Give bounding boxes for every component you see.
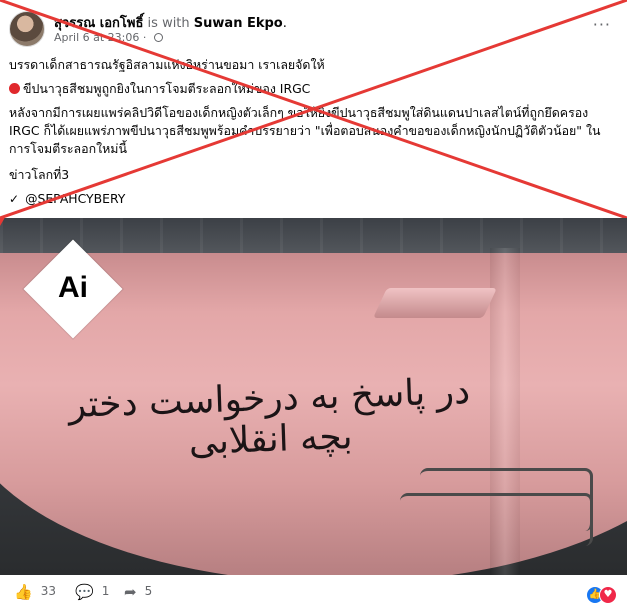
comment-count: 1 <box>101 584 110 598</box>
with-label: is with <box>147 16 190 31</box>
globe-icon[interactable] <box>153 33 163 42</box>
checkmark-icon: ✓ <box>9 192 20 206</box>
post-image[interactable]: در پاسخ به درخواست دختر بچه انقلابی Ai <box>0 218 627 575</box>
post-meta: April 6 at 23:06 · <box>54 31 163 44</box>
red-circle-icon <box>9 83 20 94</box>
missile-cable <box>400 493 593 546</box>
post-text-line-1: บรรดาเด็กสาธารณรัฐอิสลามแห่งอิหร่านขอมา … <box>9 57 325 72</box>
post-handle[interactable]: @SEPAHCYBERY <box>25 191 125 206</box>
post-header: สุวรรณ เอกโพธิ์ is with Suwan Ekpo. <box>54 12 287 33</box>
post-text-source: ข่าวโลกที่3 <box>9 167 70 182</box>
author-name[interactable]: สุวรรณ เอกโพธิ์ <box>54 16 143 31</box>
share-icon: ➦ <box>124 583 137 601</box>
share-button[interactable]: ➦ 5 <box>124 583 152 601</box>
like-button[interactable]: 👍 33 <box>14 583 56 601</box>
author-avatar[interactable] <box>9 11 45 47</box>
post-text-paragraph: หลังจากมีการเผยแพร่คลิปวิดีโอของเด็กหญิง… <box>9 105 601 156</box>
tagged-person[interactable]: Suwan Ekpo <box>194 16 283 31</box>
love-reaction-icon: ♥ <box>599 586 617 604</box>
facebook-post: สุวรรณ เอกโพธิ์ is with Suwan Ekpo. Apri… <box>0 0 627 606</box>
thumbs-up-icon: 👍 <box>14 583 33 601</box>
post-text-handle-line: ✓ @SEPAHCYBERY <box>9 190 619 208</box>
header-period: . <box>282 16 287 31</box>
post-text-line-2: ขีปนาวุธสีชมพูถูกยิงในการโจมตีระลอกใหม่ข… <box>9 80 619 98</box>
more-horizontal-icon[interactable]: ··· <box>593 17 611 33</box>
ai-badge-label: Ai <box>58 271 88 304</box>
comment-button[interactable]: 💬 1 <box>75 583 109 601</box>
missile-fin <box>373 288 497 318</box>
missile-inscription: در پاسخ به درخواست دختر بچه انقلابی <box>67 371 471 463</box>
like-count: 33 <box>40 584 56 598</box>
post-date[interactable]: April 6 at 23:06 <box>54 31 139 44</box>
comment-icon: 💬 <box>75 583 94 601</box>
post-text-line-2-content: ขีปนาวุธสีชมพูถูกยิงในการโจมตีระลอกใหม่ข… <box>23 81 311 96</box>
reaction-icons[interactable]: 👍 ♥ <box>586 582 617 604</box>
share-count: 5 <box>144 584 153 598</box>
post-actions: 👍 33 💬 1 ➦ 5 👍 ♥ <box>0 575 627 606</box>
